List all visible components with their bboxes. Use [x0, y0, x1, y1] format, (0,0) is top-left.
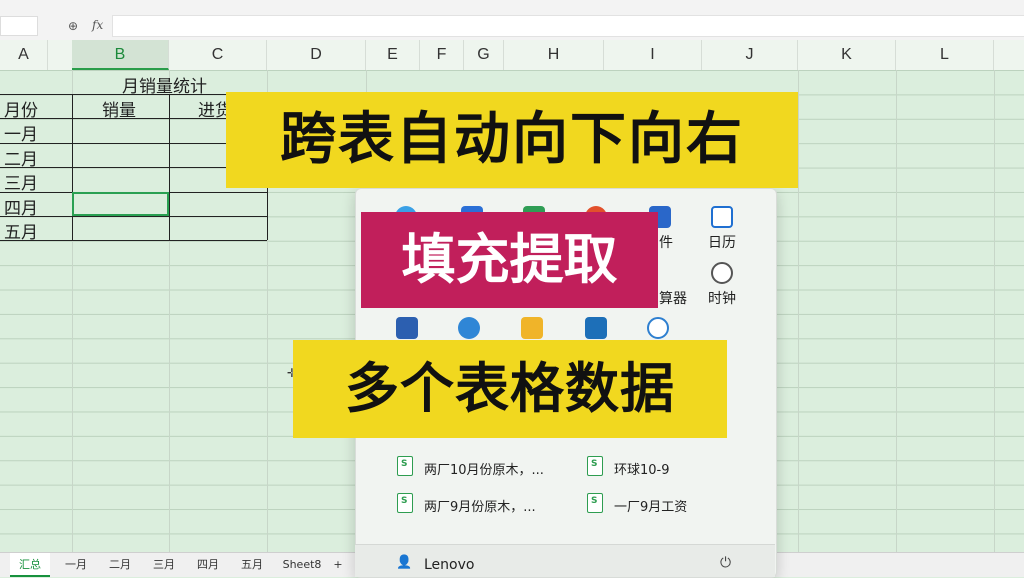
- spreadsheet-file-icon: [587, 493, 603, 513]
- user-name[interactable]: Lenovo: [424, 557, 474, 573]
- column-header-d[interactable]: D: [267, 40, 366, 70]
- overlay-title-line2: 填充提取: [361, 212, 658, 308]
- header-sales[interactable]: 销量: [102, 96, 136, 121]
- start-menu-footer: [355, 544, 775, 577]
- notepad-icon[interactable]: [396, 317, 418, 339]
- fx-button[interactable]: fx: [92, 18, 103, 32]
- maps-icon[interactable]: [647, 317, 669, 339]
- spreadsheet-file-icon: [397, 456, 413, 476]
- recommended-file[interactable]: 两厂10月份原木，...: [424, 459, 544, 478]
- column-header-j[interactable]: J: [702, 40, 798, 70]
- tab-february[interactable]: 二月: [100, 553, 140, 577]
- app-label-files: 件: [659, 235, 673, 251]
- recommended-file[interactable]: 环球10-9: [614, 459, 670, 478]
- header-month[interactable]: 月份: [4, 96, 38, 121]
- tab-may[interactable]: 五月: [232, 553, 272, 577]
- spreadsheet-file-icon: [587, 456, 603, 476]
- zoom-icon[interactable]: ⊕: [68, 19, 78, 33]
- table-border: [0, 240, 267, 241]
- tab-january[interactable]: 一月: [56, 553, 96, 577]
- column-header-i[interactable]: I: [604, 40, 702, 70]
- overlay-title-line3: 多个表格数据: [293, 340, 727, 438]
- calendar-icon[interactable]: [711, 206, 733, 228]
- month-cell[interactable]: 二月: [4, 145, 38, 170]
- month-cell[interactable]: 四月: [4, 194, 38, 219]
- table-border: [0, 216, 267, 217]
- clock-icon[interactable]: [711, 262, 733, 284]
- month-cell[interactable]: 三月: [4, 169, 38, 194]
- grid-line: [896, 70, 897, 552]
- tab-summary[interactable]: 汇总: [10, 553, 50, 577]
- power-icon[interactable]: ⏻: [720, 555, 731, 571]
- media-player-icon[interactable]: [585, 317, 607, 339]
- spreadsheet-file-icon: [397, 493, 413, 513]
- grid-line: [994, 70, 995, 552]
- globe-icon[interactable]: [458, 317, 480, 339]
- selected-cell[interactable]: [72, 192, 169, 216]
- column-header-f[interactable]: F: [420, 40, 464, 70]
- month-cell[interactable]: 五月: [4, 218, 38, 243]
- grid-line: [798, 70, 799, 552]
- recommended-file[interactable]: 一厂9月工资: [614, 496, 687, 515]
- folder-icon[interactable]: [521, 317, 543, 339]
- tab-sheet8[interactable]: Sheet8: [278, 553, 326, 577]
- column-header-h[interactable]: H: [504, 40, 604, 70]
- app-label-calculator: 算器: [659, 291, 687, 307]
- user-icon[interactable]: 👤: [396, 555, 412, 570]
- formula-input[interactable]: [112, 15, 1024, 37]
- overlay-title-line1: 跨表自动向下向右: [226, 92, 798, 188]
- tab-april[interactable]: 四月: [188, 553, 228, 577]
- app-label-clock: 时钟: [708, 291, 736, 307]
- column-header-a[interactable]: A: [0, 40, 48, 70]
- column-header-row: A B C D E F G H I J K L: [0, 40, 1024, 71]
- column-header-e[interactable]: E: [366, 40, 420, 70]
- column-header-b[interactable]: B: [72, 40, 169, 70]
- name-box[interactable]: [0, 16, 38, 36]
- recommended-file[interactable]: 两厂9月份原木，...: [424, 496, 536, 515]
- column-header-c[interactable]: C: [169, 40, 267, 70]
- app-label-calendar: 日历: [708, 235, 736, 251]
- month-cell[interactable]: 一月: [4, 120, 38, 145]
- add-sheet-button[interactable]: +: [330, 553, 346, 577]
- column-header-g[interactable]: G: [464, 40, 504, 70]
- column-header-k[interactable]: K: [798, 40, 896, 70]
- tab-march[interactable]: 三月: [144, 553, 184, 577]
- column-header-l[interactable]: L: [896, 40, 994, 70]
